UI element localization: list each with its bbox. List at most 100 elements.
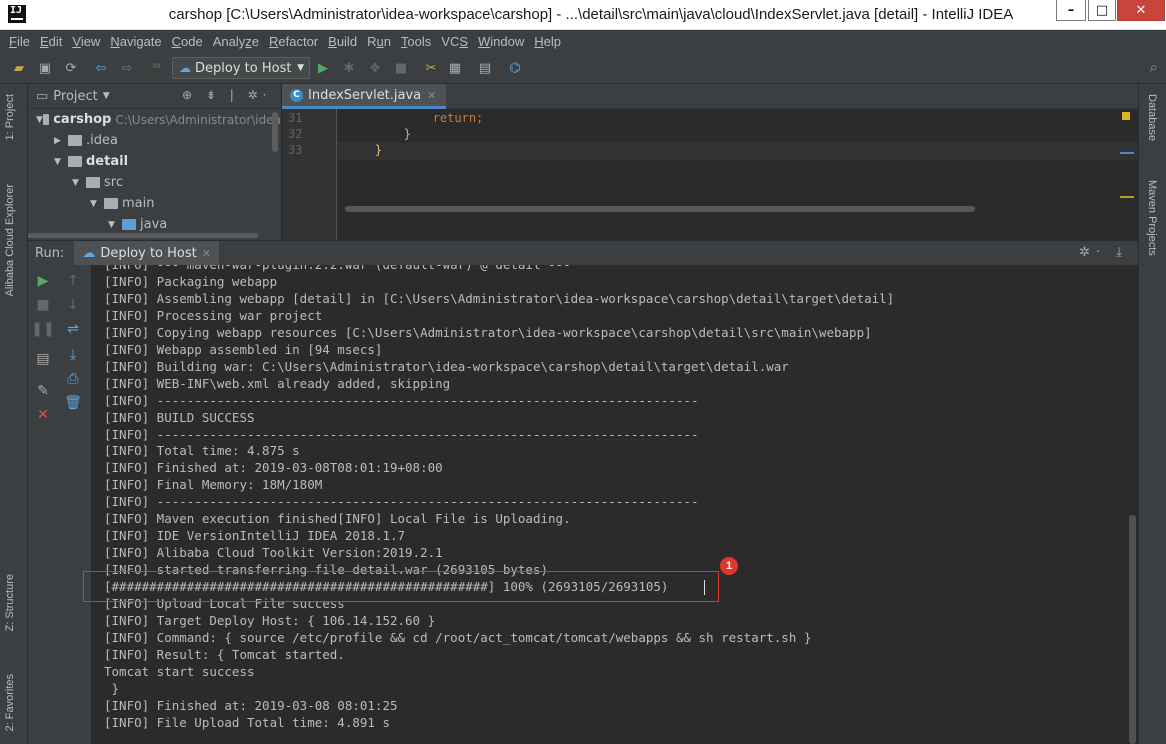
- folder-icon: [42, 114, 50, 125]
- up-arrow-icon[interactable]: ↑: [58, 273, 88, 289]
- tree-item[interactable]: ▼ carshop C:\Users\Administrator\idea: [28, 109, 281, 130]
- pause-icon[interactable]: ❚❚: [28, 321, 58, 337]
- dump-threads-icon[interactable]: ▤: [28, 351, 58, 367]
- back-icon[interactable]: ⇦: [92, 59, 110, 77]
- menu-item[interactable]: Edit: [35, 34, 67, 49]
- expanded-arrow-icon[interactable]: ▼: [72, 178, 86, 188]
- code-editor[interactable]: C IndexServlet.java ✕ 31 32 33 return; } }: [282, 84, 1138, 240]
- gear-icon[interactable]: ✲· ⤓: [1079, 245, 1128, 260]
- save-icon[interactable]: ▣: [36, 59, 54, 77]
- trash-icon[interactable]: 🗑: [58, 395, 88, 411]
- expanded-arrow-icon[interactable]: ▼: [54, 157, 68, 167]
- menu-item[interactable]: Code: [167, 34, 208, 49]
- search-icon[interactable]: ⌕: [1150, 58, 1158, 76]
- tree-item[interactable]: ▼ java: [28, 214, 281, 235]
- code-line[interactable]: }: [346, 127, 411, 141]
- tab-indexservlet[interactable]: C IndexServlet.java ✕: [282, 84, 447, 109]
- forward-icon[interactable]: ⇨: [118, 59, 136, 77]
- console-line: [INFO] IDE VersionIntelliJ IDEA 2018.1.7: [104, 528, 406, 544]
- menu-item[interactable]: Build: [323, 34, 362, 49]
- tools-icon[interactable]: ✂: [422, 59, 440, 77]
- menu-item[interactable]: File: [4, 34, 35, 49]
- maximize-button[interactable]: □: [1088, 0, 1116, 21]
- tree-item[interactable]: ▼ main: [28, 193, 281, 214]
- project-panel-tools[interactable]: ⊕ ⇟ | ✲· ⊢: [182, 88, 281, 102]
- close-button[interactable]: ✕: [1117, 0, 1165, 21]
- soft-wrap-icon[interactable]: ⇌: [58, 321, 88, 337]
- down-arrow-icon[interactable]: ↓: [58, 297, 88, 313]
- menu-item-mnemonic: R: [269, 33, 279, 49]
- chevron-down-icon[interactable]: ▼: [103, 91, 110, 101]
- tree-item[interactable]: ▼ src: [28, 172, 281, 193]
- stop-icon[interactable]: ■: [392, 59, 410, 77]
- database-tool-tab[interactable]: Database: [1146, 94, 1158, 141]
- error-stripe-mark[interactable]: [1120, 152, 1134, 154]
- project-structure-icon[interactable]: ▦: [446, 59, 464, 77]
- menu-item-text: ode: [181, 33, 203, 49]
- menu-item[interactable]: Window: [473, 34, 529, 49]
- coverage-icon[interactable]: ❖: [366, 59, 384, 77]
- cloud-icon: ☁: [179, 61, 191, 75]
- favorites-tool-tab[interactable]: 2: Favorites: [4, 674, 16, 731]
- menu-item-mnemonic: V: [72, 33, 81, 49]
- editor-horizontal-scrollbar[interactable]: [345, 206, 975, 212]
- project-horizontal-scrollbar[interactable]: [28, 233, 258, 238]
- folder-icon: [86, 177, 100, 188]
- project-vertical-scrollbar[interactable]: [272, 112, 278, 152]
- run-configuration-select[interactable]: ☁ Deploy to Host ▼: [172, 57, 310, 79]
- run-panel-header: Run: ☁ Deploy to Host ✕ ✲· ⤓: [28, 240, 1138, 266]
- collapsed-arrow-icon[interactable]: ▶: [54, 136, 68, 146]
- close-tab-icon[interactable]: ✕: [202, 247, 211, 260]
- code-line[interactable]: }: [346, 143, 382, 157]
- menu-item[interactable]: Tools: [396, 34, 436, 49]
- project-view-select[interactable]: Project: [53, 89, 97, 104]
- run-configuration-label: Deploy to Host: [195, 60, 292, 76]
- run-label: Run:: [35, 245, 65, 261]
- menu-item[interactable]: Help: [529, 34, 566, 49]
- close-icon[interactable]: ✕: [28, 407, 58, 423]
- menu-item[interactable]: Run: [362, 34, 396, 49]
- expanded-arrow-icon[interactable]: ▼: [36, 115, 43, 125]
- expanded-arrow-icon[interactable]: ▼: [108, 220, 122, 230]
- tab-deploy-to-host[interactable]: ☁ Deploy to Host ✕: [74, 240, 219, 266]
- console-line: [INFO] Building war: C:\Users\Administra…: [104, 358, 789, 374]
- warning-marker[interactable]: [1122, 112, 1130, 120]
- close-tab-icon[interactable]: ✕: [427, 89, 436, 102]
- debug-icon[interactable]: ✱: [340, 59, 358, 77]
- print-icon[interactable]: ⎙: [58, 371, 88, 387]
- expanded-arrow-icon[interactable]: ▼: [90, 199, 104, 209]
- console-line: [INFO] --- maven-war-plugin:2.2:war (def…: [104, 265, 894, 274]
- menu-item[interactable]: View: [67, 34, 105, 49]
- tree-item[interactable]: ▼ detail: [28, 151, 281, 172]
- alibaba-cloud-explorer-tab[interactable]: Alibaba Cloud Explorer: [4, 184, 16, 297]
- console-line: [INFO] Total time: 4.875 s: [104, 443, 300, 459]
- run-console[interactable]: [INFO] --- maven-war-plugin:2.2:war (def…: [92, 265, 1138, 744]
- code-line[interactable]: return;: [346, 111, 484, 125]
- stop-icon[interactable]: ■: [28, 297, 58, 313]
- tree-item-label: java: [140, 217, 168, 232]
- menu-item[interactable]: Refactor: [264, 34, 323, 49]
- maven-projects-tool-tab[interactable]: Maven Projects: [1146, 180, 1158, 256]
- current-line-highlight: [338, 142, 1138, 160]
- project-tool-tab[interactable]: 1: Project: [4, 94, 16, 140]
- scroll-to-end-icon[interactable]: ⤓: [58, 347, 88, 363]
- open-folder-icon[interactable]: ▰: [10, 59, 28, 77]
- minimize-button[interactable]: –: [1056, 0, 1086, 21]
- menu-item[interactable]: Navigate: [105, 34, 166, 49]
- tree-item[interactable]: ▶ .idea: [28, 130, 281, 151]
- error-stripe-mark[interactable]: [1120, 196, 1134, 198]
- pin-icon[interactable]: ✎: [28, 383, 58, 399]
- cloud-toolkit-icon[interactable]: ⌬: [506, 59, 524, 77]
- chevron-down-icon: ▼: [297, 63, 304, 73]
- structure-tool-tab[interactable]: Z: Structure: [4, 574, 16, 631]
- menu-item[interactable]: VCS: [436, 34, 473, 49]
- text-caret: [704, 580, 705, 595]
- rerun-icon[interactable]: ▶: [28, 273, 58, 289]
- console-vertical-scrollbar[interactable]: [1129, 515, 1136, 744]
- sync-icon[interactable]: ⟳: [62, 59, 80, 77]
- menu-item[interactable]: Analyze: [208, 34, 264, 49]
- build-icon[interactable]: ⁰¹: [148, 59, 166, 77]
- vcs-icon[interactable]: ▤: [476, 59, 494, 77]
- console-output: [INFO] --- maven-war-plugin:2.2:war (def…: [104, 265, 894, 732]
- run-icon[interactable]: ▶: [314, 59, 332, 77]
